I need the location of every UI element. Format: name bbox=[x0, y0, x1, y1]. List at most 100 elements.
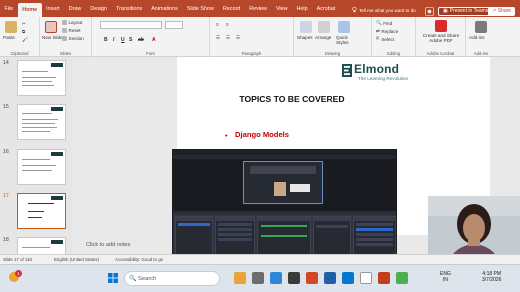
source-row[interactable] bbox=[218, 238, 252, 241]
windows-start-icon[interactable] bbox=[108, 273, 118, 283]
taskbar-app-icon[interactable] bbox=[288, 272, 300, 284]
control-button[interactable] bbox=[356, 228, 393, 231]
source-row[interactable] bbox=[218, 233, 252, 236]
shadow-icon[interactable]: S bbox=[129, 37, 132, 43]
bullets-icon[interactable]: ≡ bbox=[216, 22, 219, 27]
arrange-button[interactable]: Arrange bbox=[315, 35, 331, 40]
font-name-field[interactable] bbox=[100, 21, 162, 29]
tab-home[interactable]: Home bbox=[17, 3, 42, 17]
find-button[interactable]: 🔍 Find bbox=[376, 20, 392, 26]
weather-widget[interactable]: 1 bbox=[8, 270, 22, 284]
slide-thumbnail[interactable] bbox=[17, 104, 66, 140]
obs-studio-window[interactable] bbox=[172, 149, 397, 267]
share-button[interactable]: ↗ Share bbox=[488, 6, 516, 16]
reset-button[interactable]: Reset bbox=[62, 28, 81, 33]
source-row[interactable] bbox=[218, 228, 252, 231]
tell-me-search[interactable]: Tell me what you want to do bbox=[352, 6, 422, 14]
tab-help[interactable]: Help bbox=[292, 0, 312, 17]
new-slide-icon[interactable] bbox=[45, 21, 57, 33]
slide-thumbnail[interactable] bbox=[17, 60, 66, 96]
drawing-label: Drawing bbox=[324, 51, 341, 56]
slide-bullet[interactable]: Django Models bbox=[235, 130, 289, 139]
tab-review[interactable]: Review bbox=[245, 0, 272, 17]
accessibility-status[interactable]: Accessibility: Good to go bbox=[115, 257, 163, 262]
underline-icon[interactable]: U bbox=[121, 37, 125, 43]
arrange-icon[interactable] bbox=[318, 21, 330, 33]
vscode-icon[interactable] bbox=[342, 272, 354, 284]
powerpoint-icon[interactable] bbox=[378, 272, 390, 284]
taskbar-app-icon[interactable] bbox=[234, 272, 246, 284]
shapes-icon[interactable] bbox=[300, 21, 312, 33]
font-color-icon[interactable]: A bbox=[152, 37, 156, 43]
tab-slide-show[interactable]: Slide Show bbox=[182, 0, 218, 17]
bold-icon[interactable]: B bbox=[104, 37, 108, 43]
section-button[interactable]: Section bbox=[62, 36, 84, 41]
notes-placeholder[interactable]: Click to add notes bbox=[86, 242, 130, 248]
control-button[interactable] bbox=[356, 233, 393, 236]
font-label: Font bbox=[146, 51, 155, 56]
obs-preview[interactable] bbox=[173, 159, 396, 211]
tab-draw[interactable]: Draw bbox=[64, 0, 86, 17]
slide-thumbnail[interactable] bbox=[17, 237, 66, 254]
slide-title[interactable]: TOPICS TO BE COVERED bbox=[177, 94, 407, 104]
control-button[interactable] bbox=[356, 243, 393, 246]
replace-button[interactable]: ⇄ Replace bbox=[376, 28, 398, 34]
clock[interactable]: 4:18 PM 3/7/2026 bbox=[482, 271, 501, 283]
tab-insert[interactable]: Insert bbox=[42, 0, 64, 17]
quick-styles-icon[interactable] bbox=[338, 21, 350, 33]
tab-animations[interactable]: Animations bbox=[147, 0, 183, 17]
layout-icon bbox=[62, 20, 67, 25]
control-button[interactable] bbox=[356, 238, 393, 241]
clipboard-group: Paste ✂ ⧉ 🖌 Clipboard bbox=[0, 17, 40, 57]
source-row[interactable] bbox=[218, 223, 252, 226]
align-left-icon[interactable]: ☰ bbox=[216, 35, 220, 41]
input-language[interactable]: ENG IN bbox=[440, 271, 451, 283]
slide-thumbnail-selected[interactable] bbox=[17, 193, 66, 229]
paste-button[interactable]: Paste bbox=[3, 35, 15, 40]
shapes-button[interactable]: Shapes bbox=[297, 35, 313, 40]
quick-styles-button[interactable]: Quick Styles bbox=[336, 35, 354, 45]
tab-acrobat[interactable]: Acrobat bbox=[312, 0, 340, 17]
slide-thumbnail-panel[interactable]: 14 15 16 17 18 bbox=[0, 57, 72, 254]
taskbar-app-icon[interactable] bbox=[270, 272, 282, 284]
select-button[interactable]: ⇱ Select bbox=[376, 36, 394, 42]
taskbar-app-icon[interactable] bbox=[306, 272, 318, 284]
new-slide-button[interactable]: New Slide bbox=[42, 35, 64, 40]
paste-icon[interactable] bbox=[5, 21, 17, 33]
tab-design[interactable]: Design bbox=[86, 0, 112, 17]
numbering-icon[interactable]: ≡ bbox=[226, 22, 229, 27]
cut-icon[interactable]: ✂ bbox=[22, 21, 26, 27]
layout-button[interactable]: Layout bbox=[62, 20, 82, 25]
slide-thumbnail[interactable] bbox=[17, 149, 66, 185]
ribbon-tab-bar: File Home Insert Draw Design Transitions… bbox=[0, 0, 520, 17]
font-size-field[interactable] bbox=[165, 21, 183, 29]
taskbar-app-icon[interactable] bbox=[252, 272, 264, 284]
language-status[interactable]: English (United States) bbox=[54, 257, 99, 262]
create-share-pdf-button[interactable]: Create and Share Adobe PDF bbox=[418, 33, 464, 43]
record-icon[interactable] bbox=[425, 6, 434, 16]
reset-icon bbox=[62, 28, 67, 33]
taskbar-app-icon[interactable] bbox=[396, 272, 408, 284]
adobe-acrobat-label: Adobe Acrobat bbox=[426, 51, 455, 56]
tab-view[interactable]: View bbox=[271, 0, 292, 17]
transition-row[interactable] bbox=[316, 225, 348, 228]
control-button[interactable] bbox=[356, 223, 393, 226]
chrome-icon[interactable] bbox=[360, 272, 372, 284]
taskbar-search[interactable]: 🔍 Search bbox=[124, 271, 220, 286]
tab-file[interactable]: File bbox=[0, 0, 18, 17]
copy-icon[interactable]: ⧉ bbox=[22, 29, 25, 34]
format-painter-icon[interactable]: 🖌 bbox=[22, 37, 28, 43]
align-center-icon[interactable]: ☰ bbox=[226, 35, 230, 41]
italic-icon[interactable]: I bbox=[113, 37, 114, 43]
present-in-teams-button[interactable]: ▣ Present in Teams bbox=[438, 6, 494, 16]
tab-transitions[interactable]: Transitions bbox=[112, 0, 147, 17]
add-ins-button[interactable]: Add-ins bbox=[469, 35, 485, 40]
add-ins-icon[interactable] bbox=[475, 21, 487, 33]
align-right-icon[interactable]: ☰ bbox=[236, 35, 240, 41]
strikethrough-icon[interactable]: ab bbox=[138, 37, 144, 43]
tab-record[interactable]: Record bbox=[218, 0, 244, 17]
taskbar-app-icon[interactable] bbox=[324, 272, 336, 284]
scene-row[interactable] bbox=[178, 223, 210, 226]
pdf-icon[interactable] bbox=[435, 20, 447, 32]
thumb-logo bbox=[51, 240, 63, 244]
